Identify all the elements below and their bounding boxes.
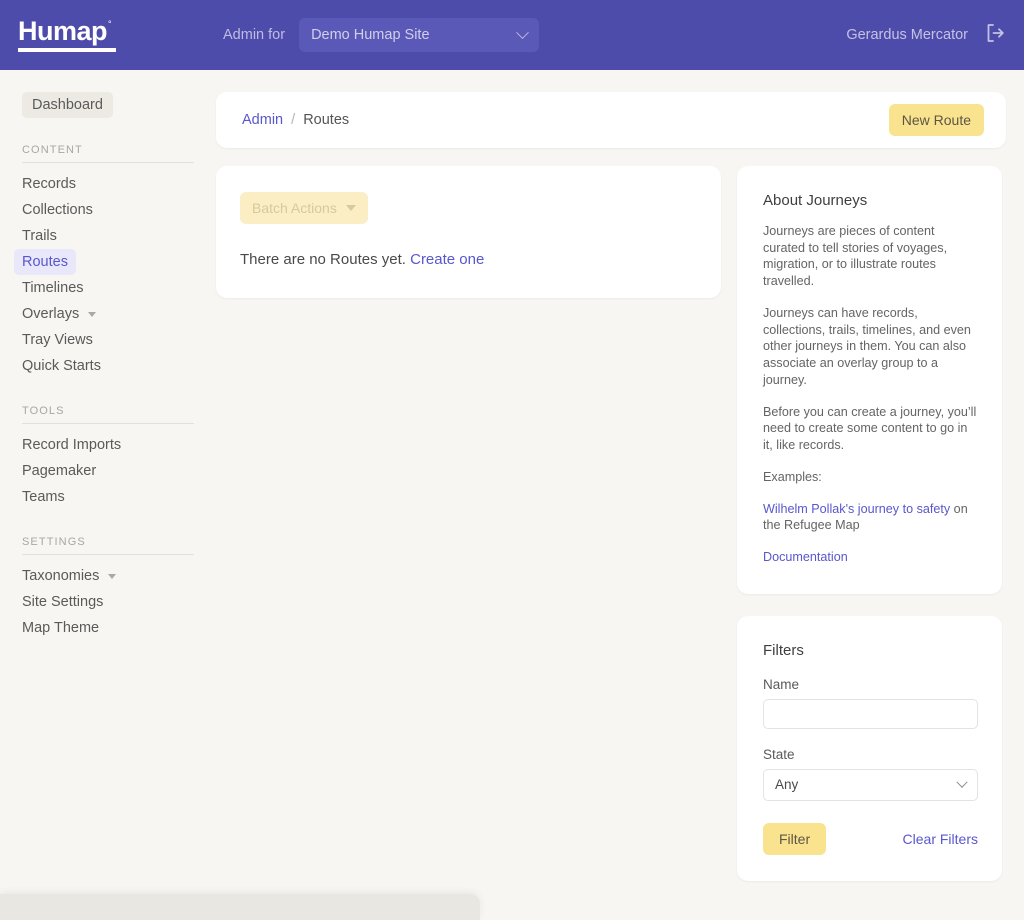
sidebar-item-taxonomies[interactable]: Taxonomies bbox=[14, 563, 124, 589]
batch-actions-label: Batch Actions bbox=[252, 200, 337, 216]
sidebar-item-record-imports[interactable]: Record Imports bbox=[14, 432, 129, 458]
clear-filters-link[interactable]: Clear Filters bbox=[903, 831, 978, 847]
chevron-down-icon bbox=[88, 311, 97, 317]
example-entry: Wilhelm Pollak's journey to safety on th… bbox=[763, 501, 978, 534]
filter-button[interactable]: Filter bbox=[763, 822, 827, 855]
breadcrumb-bar: Admin / Routes New Route bbox=[216, 92, 1006, 148]
sidebar-item-label: Tray Views bbox=[22, 332, 93, 348]
breadcrumb-separator: / bbox=[291, 112, 296, 128]
breadcrumb-admin-link[interactable]: Admin bbox=[242, 112, 283, 128]
content-columns: Batch Actions There are no Routes yet. C… bbox=[216, 166, 1006, 881]
filters-panel: Filters Name State Any Filter Clear Filt… bbox=[737, 615, 1002, 881]
about-panel-title: About Journeys bbox=[763, 192, 868, 209]
sidebar-group-label: CONTENT bbox=[22, 144, 83, 156]
state-filter-value: Any bbox=[775, 777, 799, 793]
sidebar-item-label: Site Settings bbox=[22, 594, 104, 610]
empty-state-text: There are no Routes yet. bbox=[240, 251, 406, 268]
new-route-button[interactable]: New Route bbox=[888, 104, 984, 136]
batch-actions-button[interactable]: Batch Actions bbox=[240, 192, 368, 224]
sidebar-item-quick-starts[interactable]: Quick Starts bbox=[14, 353, 109, 379]
user-name-label: Gerardus Mercator bbox=[846, 27, 968, 43]
sidebar-item-label: Collections bbox=[22, 202, 93, 218]
sidebar-group-divider bbox=[22, 162, 194, 163]
state-field-label: State bbox=[763, 746, 795, 762]
app-header: Humap ° Admin for Demo Humap Site Gerard… bbox=[0, 0, 1024, 70]
sign-out-icon[interactable] bbox=[984, 22, 1006, 49]
about-paragraph-1: Journeys are pieces of content curated t… bbox=[763, 224, 948, 289]
site-selector[interactable]: Demo Humap Site bbox=[299, 18, 540, 52]
sidebar-item-site-settings[interactable]: Site Settings bbox=[14, 589, 111, 615]
sidebar: Dashboard CONTENT Records Collections Trail… bbox=[0, 70, 216, 641]
sidebar-item-label: Routes bbox=[22, 254, 68, 270]
breadcrumb: Admin / Routes bbox=[242, 112, 349, 128]
chevron-down-icon bbox=[108, 573, 117, 579]
bottom-status-strip bbox=[0, 894, 480, 920]
routes-list-column: Batch Actions There are no Routes yet. C… bbox=[216, 166, 721, 298]
sidebar-item-tray-views[interactable]: Tray Views bbox=[14, 327, 101, 353]
sidebar-group-tools: TOOLS Record Imports Pagemaker Teams bbox=[0, 405, 216, 510]
sidebar-item-dashboard[interactable]: Dashboard bbox=[22, 92, 113, 118]
logo-registered-mark: ° bbox=[108, 19, 112, 29]
humap-logo: Humap ° bbox=[18, 18, 123, 52]
site-selector-value: Demo Humap Site bbox=[311, 27, 430, 43]
sidebar-item-label: Record Imports bbox=[22, 437, 122, 453]
sidebar-right-column: About Journeys Journeys are pieces of co… bbox=[737, 166, 1002, 881]
sidebar-item-collections[interactable]: Collections bbox=[14, 197, 101, 223]
sidebar-item-map-theme[interactable]: Map Theme bbox=[14, 615, 107, 641]
filter-actions: Filter Clear Filters bbox=[763, 822, 978, 855]
routes-list-panel: Batch Actions There are no Routes yet. C… bbox=[216, 166, 721, 298]
header-user-area: Gerardus Mercator bbox=[846, 22, 1006, 49]
sidebar-item-teams[interactable]: Teams bbox=[14, 484, 73, 510]
sidebar-group-divider bbox=[22, 423, 194, 424]
name-filter-input[interactable] bbox=[763, 698, 978, 729]
sidebar-item-label: Map Theme bbox=[22, 620, 100, 636]
sidebar-group-content: CONTENT Records Collections Trails Routes Tim… bbox=[0, 144, 216, 379]
sidebar-item-label: Trails bbox=[22, 228, 57, 244]
about-journeys-panel: About Journeys Journeys are pieces of co… bbox=[737, 166, 1002, 594]
sidebar-group-settings: SETTINGS Taxonomies Site Settings Map Theme bbox=[0, 536, 216, 641]
chevron-down-icon bbox=[956, 776, 968, 788]
sidebar-item-overlays[interactable]: Overlays bbox=[14, 301, 104, 327]
logo-wordmark: Humap bbox=[18, 16, 108, 46]
state-filter-select[interactable]: Any bbox=[763, 768, 978, 801]
sidebar-group-label: SETTINGS bbox=[22, 536, 86, 548]
logo-underline bbox=[18, 48, 116, 52]
sidebar-group-divider bbox=[22, 554, 194, 555]
sidebar-item-label: Overlays bbox=[22, 306, 80, 322]
sidebar-item-label: Records bbox=[22, 176, 76, 192]
name-field-label: Name bbox=[763, 676, 800, 692]
sidebar-item-pagemaker[interactable]: Pagemaker bbox=[14, 458, 104, 484]
about-paragraph-3: Before you can create a journey, you’ll … bbox=[763, 404, 977, 453]
sidebar-item-routes[interactable]: Routes bbox=[14, 249, 76, 275]
sidebar-item-label: Teams bbox=[22, 489, 65, 505]
example-journey-link[interactable]: Wilhelm Pollak's journey to safety bbox=[763, 502, 950, 516]
create-one-link[interactable]: Create one bbox=[410, 251, 484, 268]
sidebar-item-label: Taxonomies bbox=[22, 568, 100, 584]
sidebar-item-timelines[interactable]: Timelines bbox=[14, 275, 92, 301]
filters-panel-title: Filters bbox=[763, 641, 804, 659]
breadcrumb-current: Routes bbox=[303, 112, 350, 128]
documentation-entry: Documentation bbox=[763, 549, 978, 566]
sidebar-item-label: Dashboard bbox=[32, 97, 103, 113]
sidebar-item-label: Quick Starts bbox=[22, 358, 101, 374]
documentation-link[interactable]: Documentation bbox=[763, 550, 848, 564]
main-content: Admin / Routes New Route Batch Actions T… bbox=[216, 70, 1024, 881]
admin-for-label: Admin for bbox=[223, 27, 286, 43]
empty-state: There are no Routes yet. Create one bbox=[240, 251, 697, 268]
chevron-down-icon bbox=[345, 205, 356, 211]
sidebar-item-trails[interactable]: Trails bbox=[14, 223, 65, 249]
about-paragraph-2: Journeys can have records, collections, … bbox=[763, 305, 971, 387]
sidebar-group-label: TOOLS bbox=[22, 405, 65, 417]
sidebar-item-label: Pagemaker bbox=[22, 463, 97, 479]
sidebar-item-records[interactable]: Records bbox=[14, 171, 84, 197]
sidebar-item-label: Timelines bbox=[22, 280, 84, 296]
chevron-down-icon bbox=[516, 25, 529, 39]
examples-label: Examples: bbox=[763, 469, 822, 484]
